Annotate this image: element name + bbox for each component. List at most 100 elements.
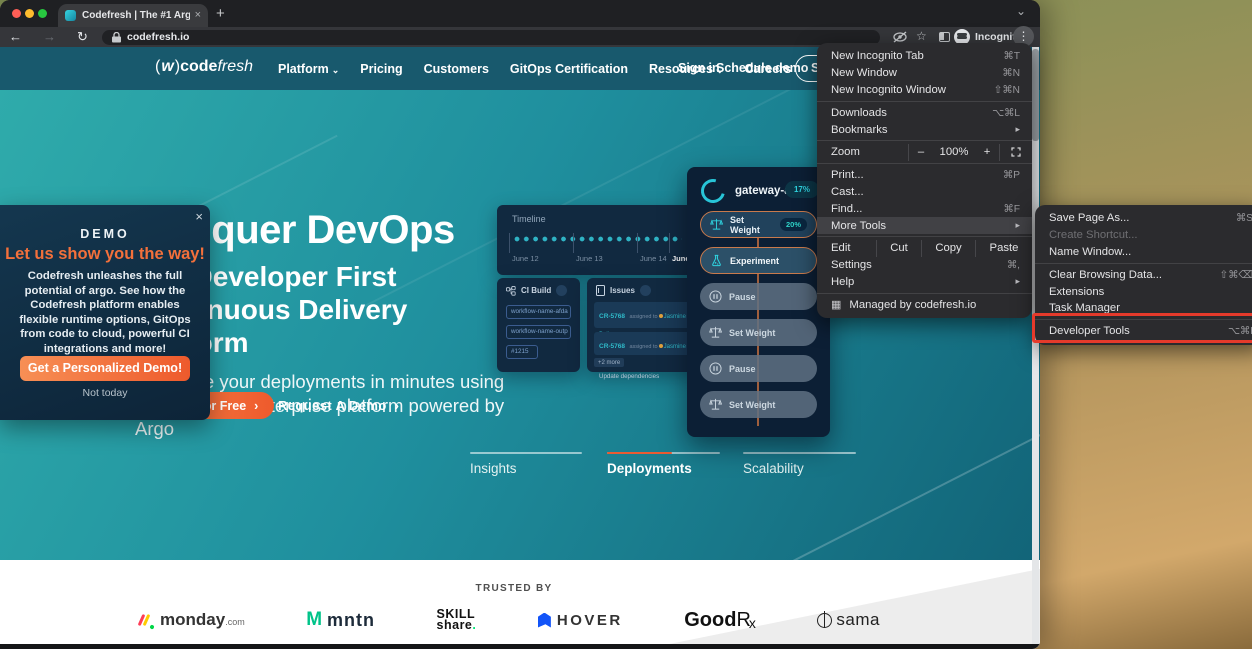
pause-icon [709,290,722,303]
timeline-tick [509,233,510,253]
personalized-demo-button[interactable]: Get a Personalized Demo! [20,356,190,381]
nav-gitops-certification[interactable]: GitOps Certification [510,62,628,76]
pipeline-node-experiment[interactable]: Experiment [700,247,817,274]
tab-deployments-line [607,452,720,454]
tab-deployments[interactable]: Deployments [607,461,692,476]
bookmark-star-icon[interactable]: ☆ [916,29,927,43]
trusted-by-section: TRUSTED BY monday .com M mntn SKILLshare… [0,560,1040,649]
codefresh-logo[interactable]: (w)codefresh [155,58,253,76]
hover-logo: HOVER [538,612,623,629]
nav-platform[interactable]: Platform⌄ [278,62,339,76]
menu-item-more-tools[interactable]: More Tools▸ [817,217,1032,234]
issue-card[interactable]: CR-5768 assigned toJasmine Bell Reorgani… [594,302,695,328]
chevron-down-icon: ⌄ [332,65,340,75]
developer-tools-highlight-box [1032,313,1252,343]
tab-close-icon[interactable]: × [195,10,201,21]
back-button[interactable]: ← [9,29,22,44]
menu-item-help[interactable]: Help▸ [817,274,1032,291]
nav-customers[interactable]: Customers [424,62,489,76]
modal-body: Codefresh unleashes the full potential o… [13,269,197,356]
tab-insights[interactable]: Insights [470,461,517,476]
submenu-item-extensions[interactable]: Extensions [1035,283,1252,300]
trusted-by-heading: TRUSTED BY [0,583,1028,594]
timeline-date: June 14 [640,254,667,263]
paste-button[interactable]: Paste [976,242,1032,254]
modal-close-icon[interactable]: × [195,209,203,224]
workflow-item[interactable]: workflow-name-afda [506,305,571,319]
zoom-in-button[interactable]: + [975,146,999,158]
copy-button[interactable]: Copy [922,242,975,254]
mntn-logo: M mntn [306,609,375,631]
scale-icon [709,326,722,339]
minimize-window-button[interactable] [25,9,34,18]
tab-overflow-chevron-icon[interactable]: ⌄ [1016,4,1026,18]
issues-panel: Issues CR-5768 assigned toJasmine Bell R… [587,278,700,372]
pipeline-node-set-weight[interactable]: Set Weight [700,391,817,418]
pipeline-node-set-weight[interactable]: Set Weight [700,319,817,346]
building-icon: ▦ [831,298,841,311]
more-issues-button[interactable]: +2 more [594,358,624,367]
workflow-item[interactable]: #1215 [506,345,538,359]
sama-mark-icon [817,613,832,628]
scrollbar-thumb[interactable] [1032,49,1039,141]
submenu-item-save-page-as[interactable]: Save Page As...⌘S [1035,210,1252,227]
mntn-mark-icon: M [306,609,322,631]
goodrx-logo: GoodRx [684,609,756,632]
tab-scalability[interactable]: Scalability [743,461,804,476]
close-window-button[interactable] [12,9,21,18]
menu-item-print[interactable]: Print...⌘P [817,167,1032,184]
modal-title: Let us show you the way! [0,245,210,264]
fullscreen-window-button[interactable] [38,9,47,18]
request-demo-button[interactable]: Request A Demo› [278,398,399,413]
new-tab-button[interactable]: + [216,5,225,22]
count-badge [640,285,651,296]
menu-item-new-incognito-window[interactable]: New Incognito Window⇧⌘N [817,82,1032,99]
logo-name-bold: code [180,58,217,76]
tab-scalability-line [743,452,856,454]
codefresh-mark-icon: w [161,58,173,76]
tab-title: Codefresh | The #1 Argo and G [82,10,190,21]
pause-icon [709,362,722,375]
reload-button[interactable]: ↻ [77,29,88,44]
timeline-tick [637,233,638,253]
workflow-item[interactable]: workflow-name-outp [506,325,571,339]
demo-modal: × DEMO Let us show you the way! Codefres… [0,205,210,420]
menu-item-new-window[interactable]: New Window⌘N [817,65,1032,82]
menu-item-find[interactable]: Find...⌘F [817,200,1032,217]
flask-icon [710,254,723,267]
page-scrollbar[interactable] [1032,47,1039,649]
menu-item-bookmarks[interactable]: Bookmarks▸ [817,121,1032,138]
menu-item-downloads[interactable]: Downloads⌥⌘L [817,104,1032,121]
menu-divider [1035,263,1252,264]
eye-blocked-icon[interactable] [893,31,907,43]
nav-pricing[interactable]: Pricing [360,62,402,76]
customer-logos: monday .com M mntn SKILLshare. HOVER Goo… [140,600,880,640]
side-panel-icon[interactable] [939,32,950,42]
app-progress-badge: 17% [785,181,819,198]
submenu-arrow-icon: ▸ [1015,276,1020,287]
forward-button[interactable]: → [43,29,56,44]
tab-insights-line [470,452,582,454]
menu-item-new-incognito-tab[interactable]: New Incognito Tab⌘T [817,48,1032,65]
menu-item-cast[interactable]: Cast... [817,184,1032,201]
pipeline-node-pause[interactable]: Pause [700,355,817,382]
menu-divider [817,163,1032,164]
zoom-out-button[interactable]: – [909,146,933,158]
not-today-link[interactable]: Not today [0,387,210,399]
modal-badge: DEMO [0,227,210,241]
menu-item-settings[interactable]: Settings⌘, [817,257,1032,274]
monday-logo: monday .com [140,610,245,630]
pipeline-node-set-weight[interactable]: Set Weight 20% [700,211,817,238]
browser-tab[interactable]: Codefresh | The #1 Argo and G × [58,4,208,27]
pipeline-node-pause[interactable]: Pause [700,283,817,310]
tab-progress-fill [607,452,672,454]
cut-button[interactable]: Cut [877,242,921,254]
issue-card[interactable]: CR-5768 assigned toJasmine Bell Update d… [594,332,695,355]
fullscreen-button[interactable] [1000,147,1032,157]
timeline-tick [669,233,670,253]
address-bar[interactable]: codefresh.io [102,30,880,45]
submenu-item-clear-browsing-data[interactable]: Clear Browsing Data...⇧⌘⌫ [1035,266,1252,283]
sign-in-link[interactable]: Sign in [678,61,720,75]
scale-icon [709,398,722,411]
submenu-item-name-window[interactable]: Name Window... [1035,244,1252,261]
